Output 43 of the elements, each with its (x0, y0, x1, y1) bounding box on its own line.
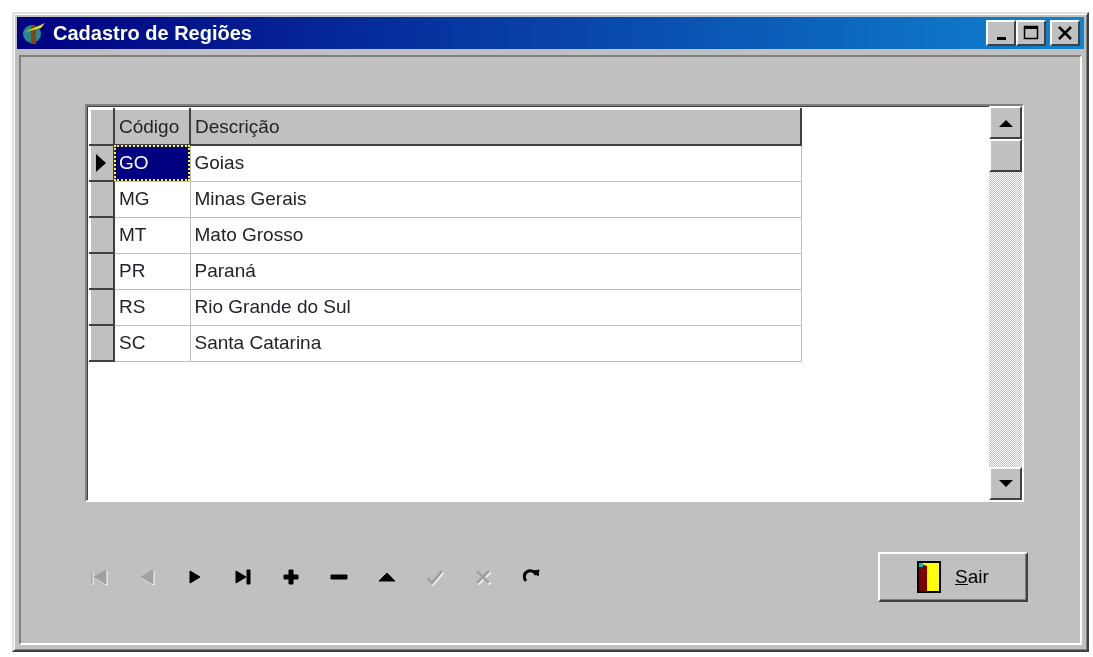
plus-icon (281, 567, 301, 587)
close-icon (1057, 25, 1073, 41)
app-icon (21, 20, 47, 46)
scroll-thumb[interactable] (989, 139, 1022, 172)
scroll-down-button[interactable] (989, 467, 1022, 500)
close-button[interactable] (1050, 20, 1080, 46)
table-cell: MT (114, 217, 190, 253)
table-cell: Mato Grosso (190, 217, 801, 253)
row-indicator[interactable] (90, 145, 114, 181)
table-cell: SC (114, 325, 190, 361)
table-cell: Rio Grande do Sul (190, 289, 801, 325)
column-header[interactable]: Código (114, 109, 190, 145)
table-cell: GO (114, 145, 190, 181)
column-header[interactable]: Descrição (190, 109, 801, 145)
table-cell: MG (114, 181, 190, 217)
table-cell: Paraná (190, 253, 801, 289)
table-cell: RS (114, 289, 190, 325)
table-cell: Goias (190, 145, 801, 181)
up-arrow-icon (998, 118, 1013, 127)
row-indicator[interactable] (90, 253, 114, 289)
exit-button[interactable]: Sair (878, 552, 1028, 602)
scrollbar[interactable] (989, 106, 1022, 500)
last-record-icon (233, 567, 253, 587)
row-indicator[interactable] (90, 325, 114, 361)
maximize-button[interactable] (1016, 20, 1046, 46)
current-row-icon (96, 154, 106, 172)
row-indicator[interactable] (90, 289, 114, 325)
maximize-icon (1023, 25, 1039, 41)
table-cell: Minas Gerais (190, 181, 801, 217)
first-record-icon (89, 567, 109, 587)
table-cell: Santa Catarina (190, 325, 801, 361)
minimize-icon (996, 36, 1006, 40)
window-title: Cadastro de Regiões (53, 21, 253, 46)
table-cell: PR (114, 253, 190, 289)
door-icon (917, 561, 942, 593)
row-indicator[interactable] (90, 181, 114, 217)
cross-icon (473, 567, 493, 587)
row-indicator[interactable] (90, 217, 114, 253)
row-header (90, 109, 114, 145)
checkmark-icon (425, 567, 445, 587)
scroll-up-button[interactable] (989, 106, 1022, 139)
down-arrow-icon (998, 479, 1013, 488)
minimize-button[interactable] (986, 20, 1016, 46)
